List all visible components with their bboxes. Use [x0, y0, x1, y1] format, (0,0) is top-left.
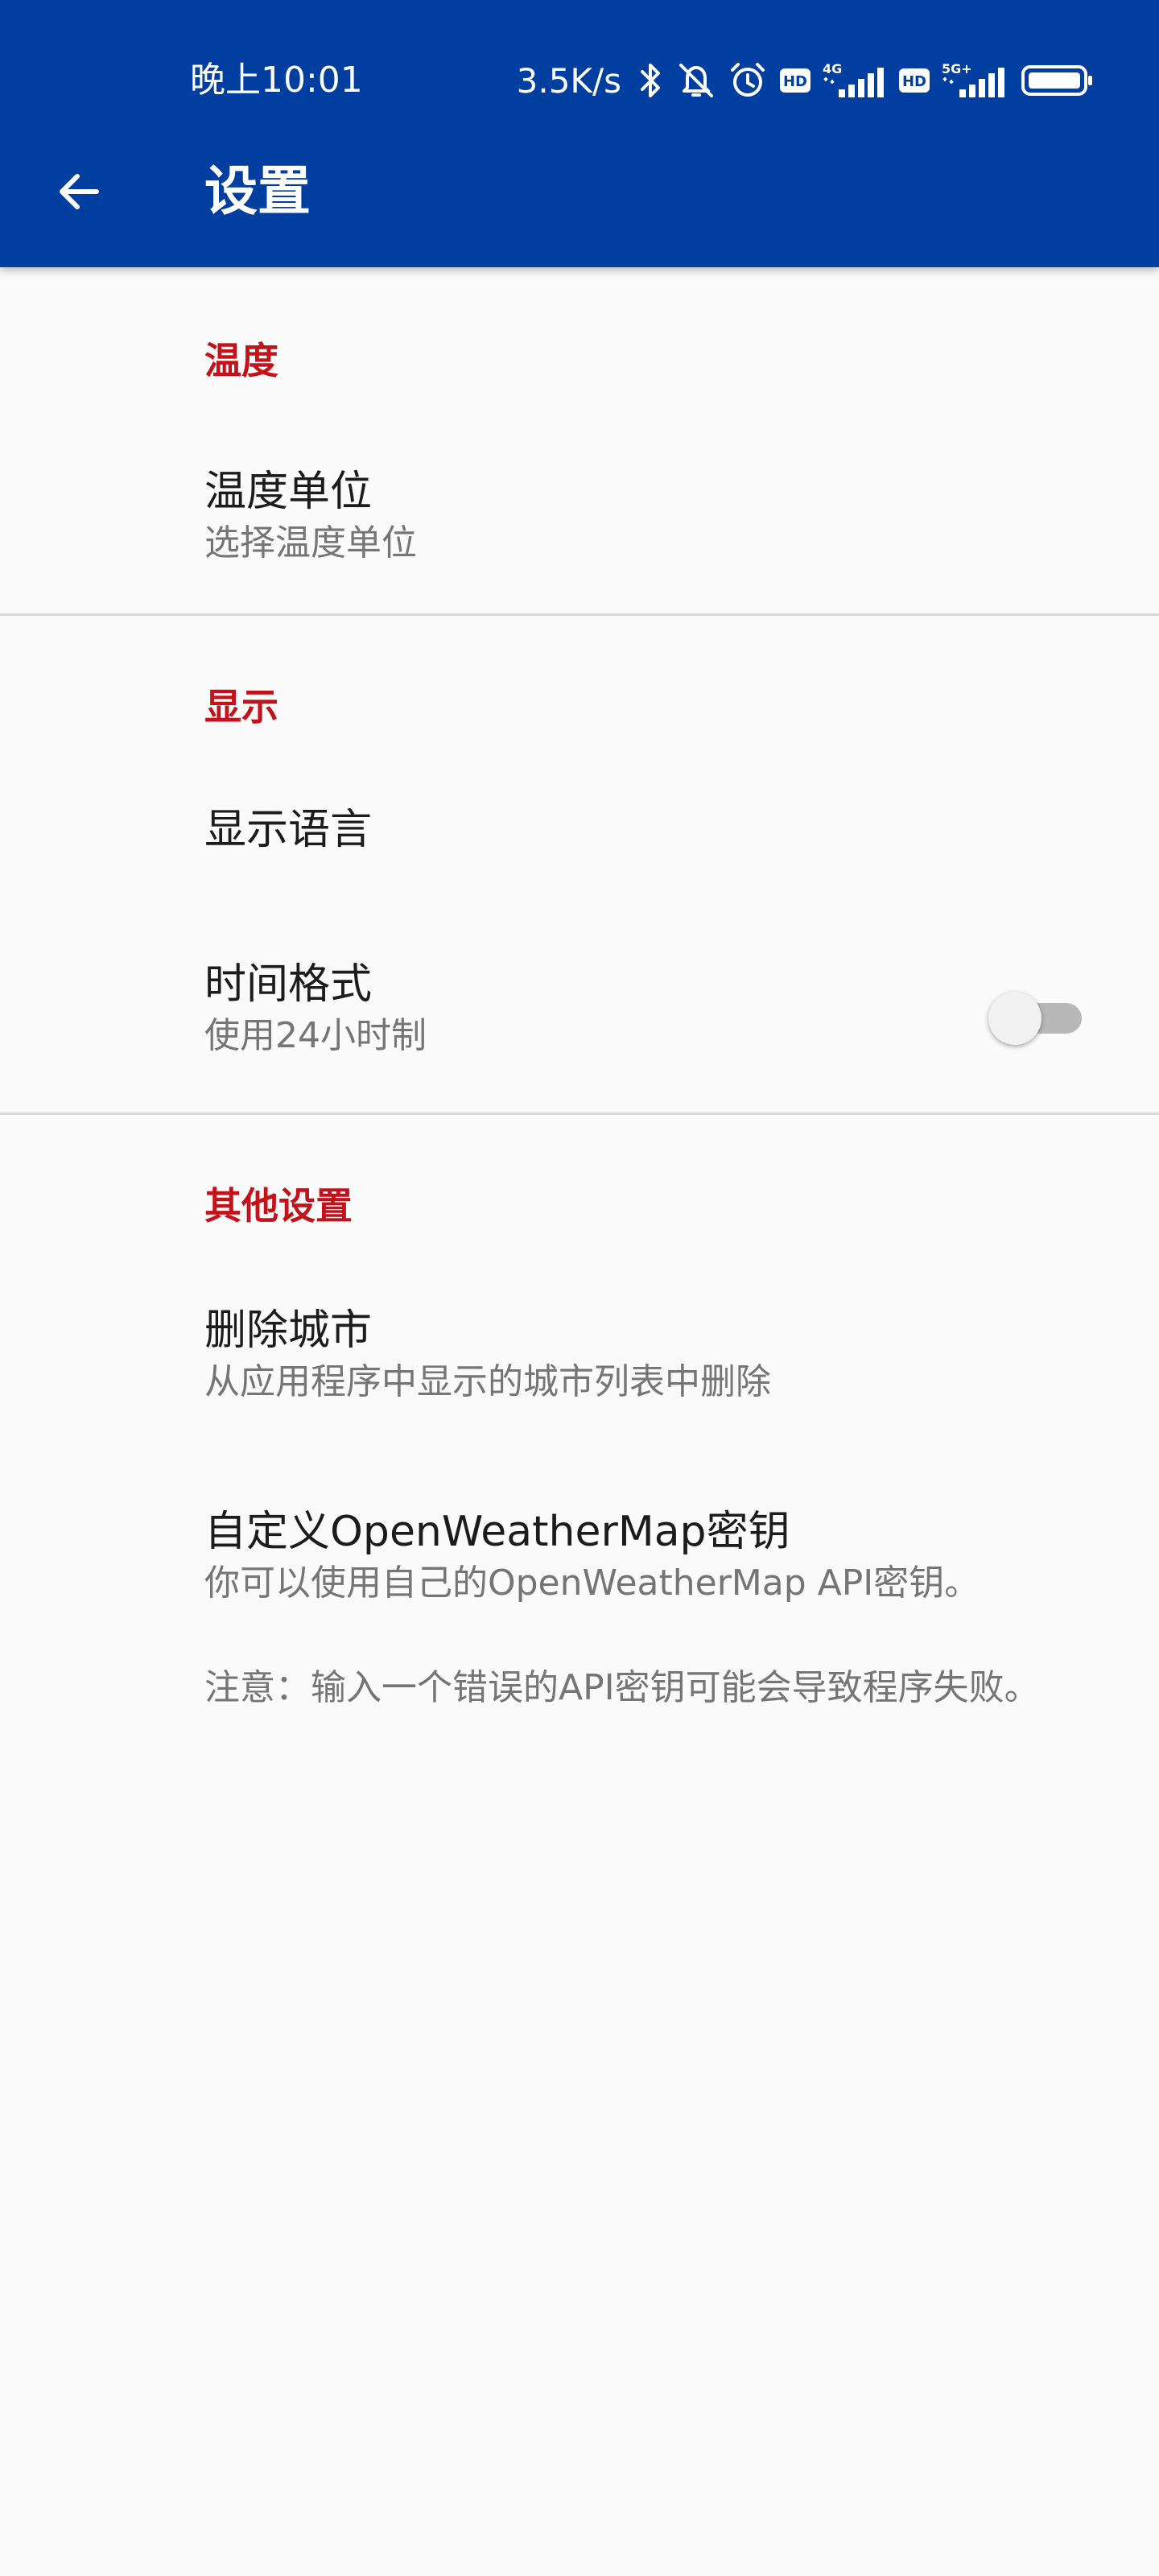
status-icons: 3.5K/s HD 4G HD 5G+: [517, 55, 1095, 106]
pref-summary-line2: 注意：输入一个错误的API密钥可能会导致程序失败。: [204, 1667, 1040, 1708]
pref-delete-city[interactable]: 删除城市 从应用程序中显示的城市列表中删除: [0, 1278, 1159, 1480]
pref-time-format[interactable]: 时间格式 使用24小时制: [0, 918, 1159, 1111]
time-format-switch[interactable]: [988, 989, 1085, 1045]
signal-4g-icon: 4G: [823, 60, 887, 101]
network-speed: 3.5K/s: [516, 60, 621, 101]
svg-text:HD: HD: [902, 73, 926, 90]
page-title: 设置: [204, 160, 311, 222]
pref-summary-line1: 你可以使用自己的OpenWeatherMap API密钥。: [204, 1563, 980, 1604]
status-time: 晚上10:01: [190, 60, 363, 101]
signal-5g-icon: 5G+: [942, 60, 1009, 101]
switch-thumb: [988, 992, 1041, 1045]
pref-title: 温度单位: [204, 468, 373, 516]
back-button[interactable]: [40, 153, 118, 230]
hd-voice-icon: HD: [779, 66, 811, 95]
alarm-clock-icon: [728, 60, 768, 101]
toolbar: 设置: [0, 145, 1159, 235]
battery-icon: [1021, 63, 1095, 98]
section-divider: [0, 613, 1159, 616]
section-header-other: 其他设置: [204, 1184, 353, 1228]
section-divider: [0, 1113, 1159, 1115]
pref-custom-api-key[interactable]: 自定义OpenWeatherMap密钥 你可以使用自己的OpenWeatherM…: [0, 1480, 1159, 1785]
app-bar: 晚上10:01 3.5K/s HD 4G HD 5G+ 设置: [0, 0, 1159, 267]
pref-title: 时间格式: [204, 960, 373, 1009]
notifications-muted-icon: [676, 60, 716, 101]
svg-text:5G+: 5G+: [942, 61, 972, 76]
pref-display-language[interactable]: 显示语言: [0, 782, 1159, 918]
section-header-display: 显示: [204, 685, 278, 729]
hd-voice-icon-2: HD: [898, 66, 930, 95]
status-bar: 晚上10:01 3.5K/s HD 4G HD 5G+: [0, 0, 1159, 161]
pref-title: 显示语言: [204, 806, 373, 854]
pref-summary: 使用24小时制: [204, 1015, 427, 1056]
bluetooth-icon: [637, 60, 665, 101]
pref-summary: 选择温度单位: [204, 522, 417, 564]
svg-text:HD: HD: [783, 73, 807, 90]
pref-temperature-unit[interactable]: 温度单位 选择温度单位: [0, 435, 1159, 613]
svg-text:4G: 4G: [823, 61, 842, 76]
pref-title: 自定义OpenWeatherMap密钥: [204, 1508, 790, 1556]
pref-summary: 从应用程序中显示的城市列表中删除: [204, 1361, 771, 1402]
section-header-temperature: 温度: [204, 339, 278, 382]
pref-title: 删除城市: [204, 1307, 373, 1355]
arrow-back-icon: [60, 174, 99, 209]
